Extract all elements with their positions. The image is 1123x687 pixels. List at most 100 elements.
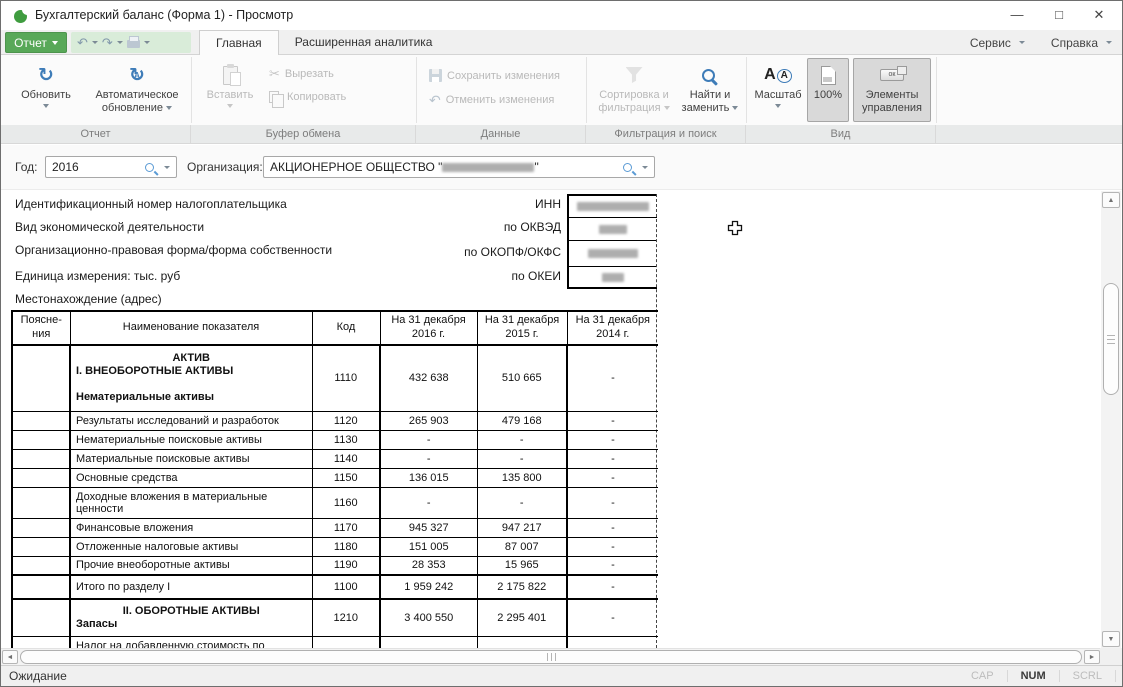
cell-indicator-name[interactable]: Результаты исследований и разработок [70,411,312,430]
controls-button[interactable]: ок Элементы управления [853,58,931,122]
tab-rasshirennaya-analitika[interactable]: Расширенная аналитика [279,30,449,55]
zoom-100-button[interactable]: 100% [807,58,849,122]
cell-value-2014[interactable]: - [567,430,658,449]
cell-value-2015[interactable]: 15 965 [477,556,567,575]
redo-icon[interactable]: ↷ [102,36,113,49]
cell-code[interactable]: 1140 [312,449,380,468]
print-dropdown-icon[interactable] [144,41,150,44]
cell-explanations[interactable] [12,556,70,575]
undo-dropdown-icon[interactable] [92,41,98,44]
cell-indicator-name[interactable]: Отложенные налоговые активы [70,537,312,556]
cell-value-2015[interactable]: - [477,449,567,468]
cell-indicator-name[interactable]: Финансовые вложения [70,518,312,537]
cell-explanations[interactable] [12,518,70,537]
help-menu[interactable]: Справка [1051,36,1112,50]
cell-explanations[interactable] [12,537,70,556]
find-replace-button[interactable]: Найти и заменить [677,58,743,122]
close-button[interactable]: ✕ [1080,1,1118,29]
zoom-button[interactable]: AA Масштаб [751,58,805,122]
cell-code[interactable]: 1170 [312,518,380,537]
refresh-button[interactable]: ↻ Обновить [11,58,81,122]
cell-indicator-name[interactable]: Итого по разделу I [70,575,312,599]
minimize-button[interactable]: — [998,1,1036,29]
cell-value-2015[interactable]: 510 665 [477,345,567,411]
cell-explanations[interactable] [12,345,70,411]
cell-indicator-name[interactable]: Прочие внеоборотные активы [70,556,312,575]
print-icon[interactable] [127,40,140,48]
cell-code[interactable]: 1120 [312,411,380,430]
cell-value-2014[interactable]: - [567,575,658,599]
cell-value-2014[interactable]: - [567,468,658,487]
cell-value-2014[interactable]: - [567,411,658,430]
cell-code[interactable]: 1160 [312,487,380,518]
cell-value-2014[interactable]: - [567,599,658,636]
cell-value-2015[interactable]: 2 175 822 [477,575,567,599]
cell-value-2014[interactable]: - [567,518,658,537]
cell-value-2014[interactable]: - [567,556,658,575]
search-icon[interactable] [145,163,154,172]
scroll-up-icon[interactable]: ▲ [1102,192,1120,208]
cell-value-2014[interactable]: - [567,487,658,518]
cell-code[interactable]: 1100 [312,575,380,599]
scroll-left-icon[interactable]: ◄ [2,650,18,664]
sort-filter-button[interactable]: Сортировка и фильтрация [593,58,675,122]
chevron-down-icon[interactable] [164,166,170,169]
cell-explanations[interactable] [12,599,70,636]
cell-value-2015[interactable] [477,636,567,648]
cell-code[interactable] [312,636,380,648]
cell-value-2016[interactable]: 1 959 242 [380,575,477,599]
cell-value-2016[interactable] [380,636,477,648]
cell-value-2016[interactable]: 136 015 [380,468,477,487]
chevron-down-icon[interactable] [642,166,648,169]
cell-value-2015[interactable]: 479 168 [477,411,567,430]
cell-indicator-name[interactable]: II. ОБОРОТНЫЕ АКТИВЫЗапасы [70,599,312,636]
cell-value-2016[interactable]: 945 327 [380,518,477,537]
cell-value-2016[interactable]: - [380,430,477,449]
tab-glavnaya[interactable]: Главная [199,30,279,56]
cell-value-2015[interactable]: 947 217 [477,518,567,537]
search-icon[interactable] [623,163,632,172]
paste-button[interactable]: Вставить [201,58,259,122]
cell-explanations[interactable] [12,430,70,449]
cell-value-2015[interactable]: - [477,430,567,449]
service-menu[interactable]: Сервис [970,36,1025,50]
maximize-button[interactable]: □ [1040,1,1078,29]
cell-indicator-name[interactable]: Основные средства [70,468,312,487]
cell-value-2015[interactable]: 87 007 [477,537,567,556]
scroll-down-icon[interactable]: ▼ [1102,631,1120,647]
cell-value-2014[interactable]: - [567,345,658,411]
cell-value-2016[interactable]: 3 400 550 [380,599,477,636]
cell-value-2014[interactable] [567,636,658,648]
cell-value-2016[interactable]: 28 353 [380,556,477,575]
cell-code[interactable]: 1180 [312,537,380,556]
cell-explanations[interactable] [12,449,70,468]
cell-indicator-name[interactable]: Доходные вложения в материальные ценност… [70,487,312,518]
cell-explanations[interactable] [12,575,70,599]
horizontal-scroll-thumb[interactable] [20,650,1082,664]
auto-refresh-button[interactable]: ↻A Автоматическое обновление [85,58,189,122]
vertical-scrollbar[interactable]: ▲ ▼ [1101,191,1121,648]
scroll-right-icon[interactable]: ► [1084,650,1100,664]
cell-value-2014[interactable]: - [567,537,658,556]
report-menu-button[interactable]: Отчет [5,32,67,53]
cell-value-2015[interactable]: - [477,487,567,518]
cell-explanations[interactable] [12,487,70,518]
cell-value-2014[interactable]: - [567,449,658,468]
cell-value-2016[interactable]: 432 638 [380,345,477,411]
cell-value-2015[interactable]: 2 295 401 [477,599,567,636]
cell-value-2016[interactable]: - [380,449,477,468]
cell-code[interactable]: 1150 [312,468,380,487]
cell-code[interactable]: 1130 [312,430,380,449]
cut-button[interactable]: ✂ Вырезать [269,67,334,80]
year-input[interactable]: 2016 [45,156,177,178]
cell-explanations[interactable] [12,636,70,648]
organization-input[interactable]: АКЦИОНЕРНОЕ ОБЩЕСТВО "" [263,156,655,178]
cell-code[interactable]: 1190 [312,556,380,575]
save-changes-button[interactable]: Сохранить изменения [429,69,560,82]
cell-value-2016[interactable]: 151 005 [380,537,477,556]
cell-code[interactable]: 1110 [312,345,380,411]
cell-indicator-name[interactable]: Нематериальные поисковые активы [70,430,312,449]
cell-value-2016[interactable]: - [380,487,477,518]
cell-value-2015[interactable]: 135 800 [477,468,567,487]
cell-indicator-name[interactable]: АКТИВI. ВНЕОБОРОТНЫЕ АКТИВЫНематериальны… [70,345,312,411]
